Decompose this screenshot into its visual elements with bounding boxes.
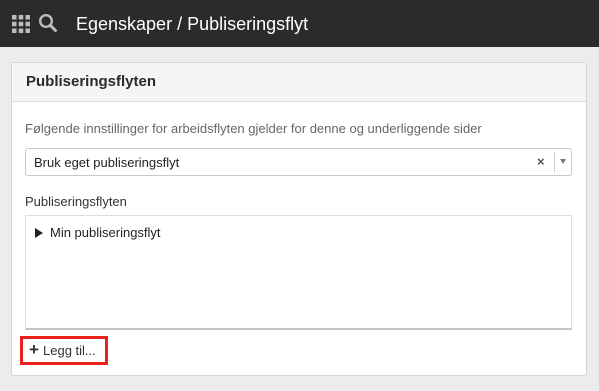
panel-header: Publiseringsflyten bbox=[12, 63, 586, 102]
page-title: Egenskaper / Publiseringsflyt bbox=[76, 14, 309, 34]
select-divider bbox=[554, 152, 555, 172]
workflow-list: Min publiseringsflyt bbox=[25, 215, 572, 330]
workflow-list-label: Publiseringsflyten bbox=[25, 194, 127, 209]
chevron-down-icon[interactable] bbox=[560, 159, 566, 164]
panel-title: Publiseringsflyten bbox=[26, 73, 157, 90]
expand-triangle-icon[interactable] bbox=[35, 228, 43, 238]
add-button[interactable]: + Legg til... bbox=[20, 336, 108, 365]
plus-icon: + bbox=[29, 340, 39, 359]
panel-description: Følgende innstillinger for arbeidsflyten… bbox=[25, 121, 482, 136]
search-icon[interactable] bbox=[38, 13, 58, 33]
list-item-label: Min publiseringsflyt bbox=[50, 225, 161, 240]
workflow-select[interactable]: Bruk eget publiseringsflyt × bbox=[25, 148, 572, 176]
workflow-select-value: Bruk eget publiseringsflyt bbox=[34, 155, 180, 170]
top-bar: Egenskaper / Publiseringsflyt bbox=[0, 0, 599, 47]
list-item[interactable]: Min publiseringsflyt bbox=[35, 225, 161, 241]
add-button-label: Legg til... bbox=[43, 343, 96, 358]
grid-icon[interactable] bbox=[12, 15, 30, 33]
clear-icon[interactable]: × bbox=[537, 155, 545, 169]
